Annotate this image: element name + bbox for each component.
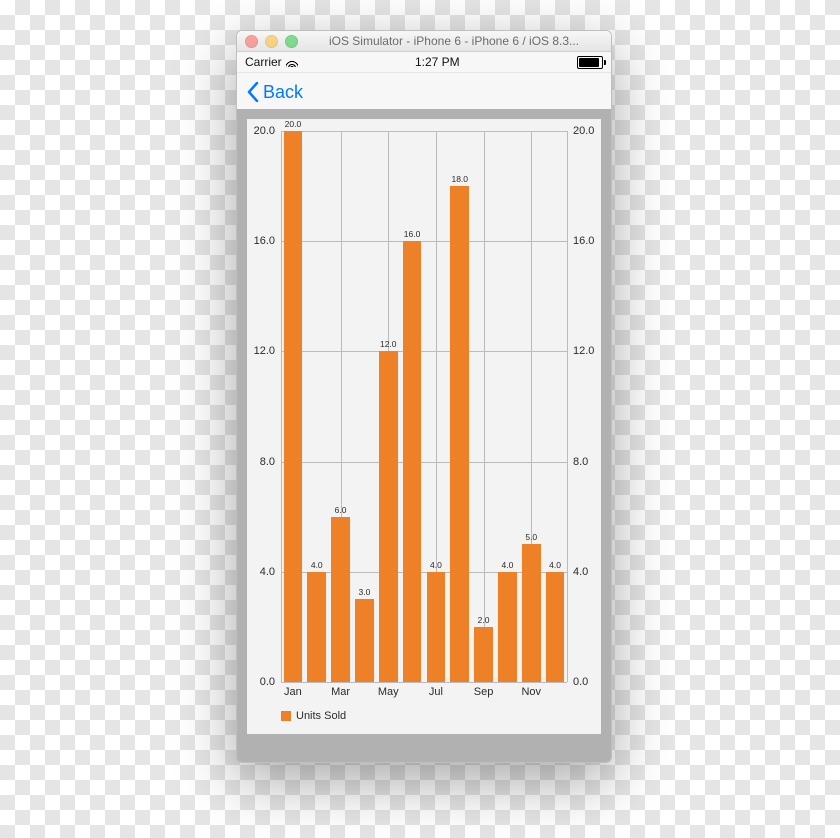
y-axis-tick: 20.0 <box>254 125 275 137</box>
y-axis-tick: 0.0 <box>260 676 275 688</box>
bar-value-label: 5.0 <box>525 532 537 542</box>
back-button[interactable]: Back <box>247 82 303 103</box>
bar-value-label: 2.0 <box>478 615 490 625</box>
y-axis-tick: 8.0 <box>573 456 588 468</box>
chevron-left-icon <box>247 82 259 102</box>
bar-value-label: 4.0 <box>549 560 561 570</box>
status-time: 1:27 PM <box>415 55 460 69</box>
bar <box>307 572 326 682</box>
bar-value-label: 20.0 <box>285 119 302 129</box>
y-axis-tick: 12.0 <box>573 345 594 357</box>
bar <box>355 599 374 682</box>
legend-swatch-icon <box>281 711 291 721</box>
bar-value-label: 3.0 <box>358 587 370 597</box>
x-axis-tick: Nov <box>521 686 541 698</box>
y-axis-tick: 8.0 <box>260 456 275 468</box>
y-axis-tick: 16.0 <box>254 235 275 247</box>
carrier-label: Carrier <box>245 55 282 69</box>
battery-icon <box>577 56 603 69</box>
chart-container: 0.0 0.0 4.0 4.0 8.0 8.0 12.0 12.0 16.0 16.0 20.0 20… <box>237 109 611 762</box>
bar <box>546 572 565 682</box>
y-axis-tick: 0.0 <box>573 676 588 688</box>
ios-status-bar: Carrier 1:27 PM <box>237 52 611 73</box>
bar <box>427 572 446 682</box>
x-axis-tick: Jan <box>284 686 302 698</box>
bar <box>331 517 350 682</box>
x-axis-tick: May <box>378 686 399 698</box>
traffic-light-close-icon[interactable] <box>245 35 258 48</box>
bar <box>474 627 493 682</box>
x-axis-tick: Sep <box>474 686 494 698</box>
y-axis-tick: 16.0 <box>573 235 594 247</box>
mac-window: iOS Simulator - iPhone 6 - iPhone 6 / iO… <box>236 30 612 763</box>
y-axis-tick: 20.0 <box>573 125 594 137</box>
chart-card: 0.0 0.0 4.0 4.0 8.0 8.0 12.0 12.0 16.0 16.0 20.0 20… <box>247 119 601 734</box>
bar <box>379 351 398 682</box>
y-axis-tick: 4.0 <box>260 566 275 578</box>
bar-chart: 0.00.04.04.08.08.012.012.016.016.020.020… <box>281 131 567 682</box>
ios-nav-bar: Back <box>237 73 611 112</box>
chart-legend: Units Sold <box>281 710 346 722</box>
traffic-light-minimize-icon[interactable] <box>265 35 278 48</box>
x-axis-tick: Jul <box>429 686 443 698</box>
window-titlebar[interactable]: iOS Simulator - iPhone 6 - iPhone 6 / iO… <box>237 31 611 52</box>
y-axis-tick: 12.0 <box>254 345 275 357</box>
bar-value-label: 16.0 <box>404 229 421 239</box>
traffic-light-zoom-icon[interactable] <box>285 35 298 48</box>
bar <box>403 241 422 682</box>
back-label: Back <box>263 82 303 103</box>
bar-value-label: 4.0 <box>430 560 442 570</box>
bar-value-label: 12.0 <box>380 339 397 349</box>
bar-value-label: 4.0 <box>311 560 323 570</box>
bar <box>522 544 541 682</box>
bar-value-label: 6.0 <box>335 505 347 515</box>
y-axis-tick: 4.0 <box>573 566 588 578</box>
x-axis-tick: Mar <box>331 686 350 698</box>
legend-series-label: Units Sold <box>296 710 346 722</box>
window-title: iOS Simulator - iPhone 6 - iPhone 6 / iO… <box>305 34 603 48</box>
bar <box>284 131 303 682</box>
ios-screen: Carrier 1:27 PM Back 0.0 0.0 4.0 4.0 8.0 8.0 1… <box>237 52 611 762</box>
bar <box>498 572 517 682</box>
bar-value-label: 4.0 <box>501 560 513 570</box>
bar <box>450 186 469 682</box>
bar-value-label: 18.0 <box>451 174 468 184</box>
wifi-icon <box>286 57 298 67</box>
